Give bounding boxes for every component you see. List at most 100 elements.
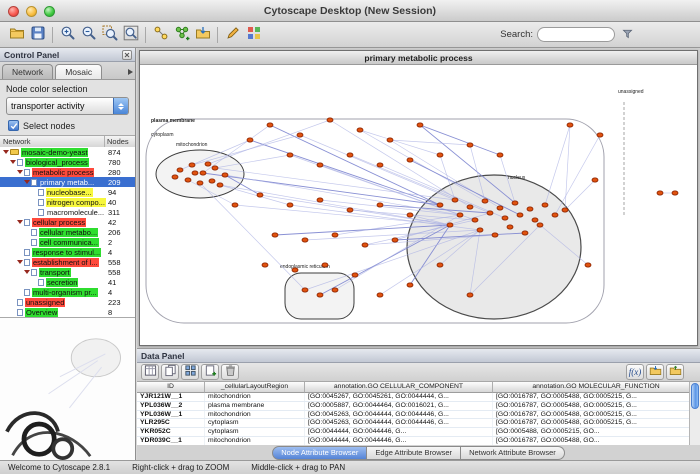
- network-node[interactable]: [522, 231, 528, 235]
- network-node[interactable]: [352, 273, 358, 277]
- network-node[interactable]: [272, 233, 278, 237]
- network-node[interactable]: [407, 158, 413, 162]
- expand-triangle-icon[interactable]: [23, 270, 31, 274]
- expand-triangle-icon[interactable]: [9, 160, 17, 164]
- network-node[interactable]: [327, 118, 333, 122]
- tree-item-11[interactable]: establishment of l...558: [0, 257, 135, 267]
- network-node[interactable]: [362, 243, 368, 247]
- zoom-fit-button[interactable]: [120, 24, 141, 45]
- new-attribute-button[interactable]: [201, 364, 219, 380]
- column-header-go-molecular-function[interactable]: annotation.GO MOLECULAR_FUNCTION: [493, 382, 700, 393]
- tree-item-4[interactable]: nucleobase...94: [0, 187, 135, 197]
- tab-node-attribute-browser[interactable]: Node Attribute Browser: [272, 446, 367, 460]
- tree-item-1[interactable]: biological_process780: [0, 157, 135, 167]
- hide-selected-button[interactable]: [150, 24, 171, 45]
- column-header-cellular-layout-region[interactable]: _cellularLayoutRegion: [205, 382, 305, 393]
- network-node[interactable]: [552, 213, 558, 217]
- network-node[interactable]: [287, 203, 293, 207]
- save-session-button[interactable]: [27, 24, 48, 45]
- network-node[interactable]: [447, 223, 453, 227]
- open-session-button[interactable]: [6, 24, 27, 45]
- network-node[interactable]: [562, 208, 568, 212]
- select-nodes-checkbox[interactable]: [8, 120, 19, 131]
- expand-triangle-icon[interactable]: [23, 180, 31, 184]
- network-canvas[interactable]: plasma membrane cytoplasm mitochondrion …: [140, 65, 697, 345]
- network-node[interactable]: [452, 198, 458, 202]
- network-node[interactable]: [532, 218, 538, 222]
- tree-item-14[interactable]: multi-organism pr...4: [0, 287, 135, 297]
- column-header-id[interactable]: ID: [137, 382, 205, 393]
- network-node[interactable]: [262, 263, 268, 267]
- network-node[interactable]: [467, 205, 473, 209]
- network-node[interactable]: [477, 228, 483, 232]
- network-node[interactable]: [487, 211, 493, 215]
- titlebar[interactable]: Cytoscape Desktop (New Session): [0, 0, 700, 22]
- network-node[interactable]: [592, 178, 598, 182]
- expand-triangle-icon[interactable]: [2, 150, 10, 154]
- network-node[interactable]: [507, 225, 513, 229]
- close-panel-icon[interactable]: [122, 50, 132, 60]
- tree-item-5[interactable]: nitrogen compo...40: [0, 197, 135, 207]
- tree-item-13[interactable]: secretion41: [0, 277, 135, 287]
- network-node[interactable]: [347, 153, 353, 157]
- table-scrollbar[interactable]: [689, 382, 700, 445]
- network-node[interactable]: [497, 206, 503, 210]
- node-color-dropdown[interactable]: transporter activity: [6, 97, 129, 115]
- network-node[interactable]: [437, 153, 443, 157]
- column-header-go-cellular-component[interactable]: annotation.GO CELLULAR_COMPONENT: [305, 382, 493, 393]
- network-node[interactable]: [292, 268, 298, 272]
- network-node[interactable]: [357, 128, 363, 132]
- network-node[interactable]: [317, 198, 323, 202]
- network-node[interactable]: [417, 123, 423, 127]
- network-node[interactable]: [377, 293, 383, 297]
- tree-item-7[interactable]: cellular process42: [0, 217, 135, 227]
- table-row-4[interactable]: YKR052Ccytoplasm[GO:0044444, GO:0044446,…: [137, 428, 700, 437]
- tree-item-10[interactable]: response to stimul...4: [0, 247, 135, 257]
- expand-triangle-icon[interactable]: [16, 220, 24, 224]
- network-node[interactable]: [657, 191, 663, 195]
- network-node[interactable]: [497, 153, 503, 157]
- network-node[interactable]: [322, 263, 328, 267]
- select-attributes-button[interactable]: [141, 364, 159, 380]
- tree-header-nodes[interactable]: Nodes: [105, 136, 135, 147]
- network-node[interactable]: [257, 193, 263, 197]
- network-node[interactable]: [332, 288, 338, 292]
- network-node[interactable]: [302, 238, 308, 242]
- network-node[interactable]: [482, 199, 488, 203]
- tab-scroll-right-icon[interactable]: [128, 69, 133, 75]
- network-view-titlebar[interactable]: primary metabolic process: [140, 51, 697, 65]
- network-node[interactable]: [467, 143, 473, 147]
- network-node[interactable]: [297, 133, 303, 137]
- vizmapper-button[interactable]: [243, 24, 264, 45]
- table-row-0[interactable]: YJR121W__1mitochondrion[GO:0045267, GO:0…: [137, 393, 700, 402]
- network-node[interactable]: [317, 293, 323, 297]
- network-node[interactable]: [222, 173, 228, 177]
- network-node[interactable]: [597, 133, 603, 137]
- tree-item-15[interactable]: unassigned223: [0, 297, 135, 307]
- network-node[interactable]: [172, 175, 178, 179]
- network-node[interactable]: [407, 283, 413, 287]
- network-node[interactable]: [200, 171, 206, 175]
- network-node[interactable]: [567, 123, 573, 127]
- network-node[interactable]: [467, 293, 473, 297]
- network-node[interactable]: [542, 203, 548, 207]
- network-node[interactable]: [392, 238, 398, 242]
- network-node[interactable]: [517, 213, 523, 217]
- tree-item-12[interactable]: transport558: [0, 267, 135, 277]
- network-node[interactable]: [192, 171, 198, 175]
- tab-network[interactable]: Network: [2, 64, 53, 79]
- network-node[interactable]: [212, 166, 218, 170]
- network-node[interactable]: [209, 179, 215, 183]
- network-node[interactable]: [585, 263, 591, 267]
- network-node[interactable]: [672, 191, 678, 195]
- table-row-5[interactable]: YDR039C__1mitochondrion[GO:0044444, GO:0…: [137, 437, 700, 445]
- network-node[interactable]: [217, 183, 223, 187]
- expand-triangle-icon[interactable]: [16, 260, 24, 264]
- expand-triangle-icon[interactable]: [16, 170, 24, 174]
- network-node[interactable]: [332, 233, 338, 237]
- annotation-button[interactable]: [222, 24, 243, 45]
- network-node[interactable]: [267, 123, 273, 127]
- network-node[interactable]: [197, 181, 203, 185]
- network-overview-thumbnail[interactable]: [0, 317, 135, 460]
- network-node[interactable]: [185, 178, 191, 182]
